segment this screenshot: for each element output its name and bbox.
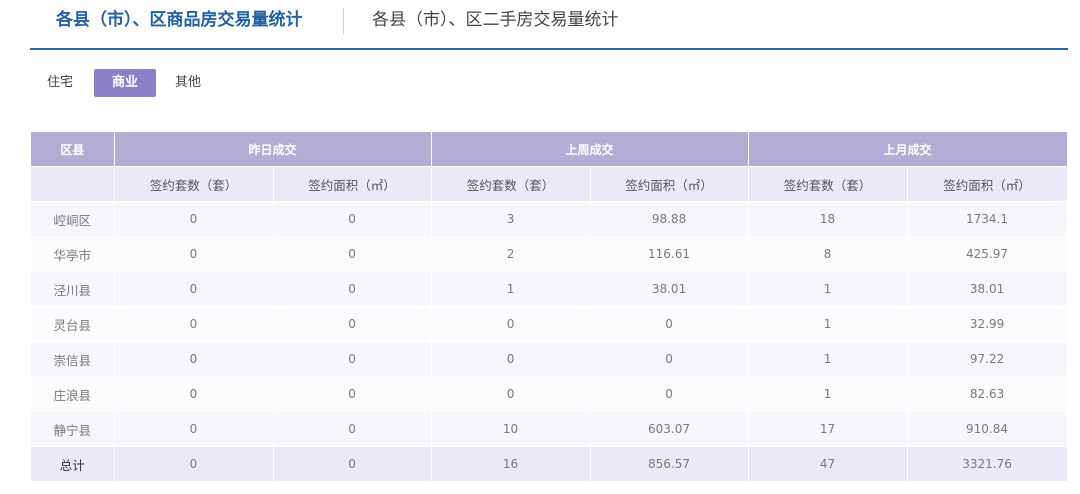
table-cell: 0 [114, 376, 274, 412]
table-cell: 0 [273, 411, 432, 447]
table-cell: 98.88 [590, 201, 749, 237]
total-cell: 0 [273, 446, 432, 482]
sub-header-area: 签约面积（㎡） [907, 166, 1068, 202]
table-cell: 38.01 [907, 271, 1068, 307]
sub-header-area: 签约面积（㎡） [590, 166, 749, 202]
table-row: 崆峒区 0 0 3 98.88 18 1734.1 [31, 201, 1068, 237]
table-cell: 18 [748, 201, 908, 237]
page-root: 各县（市）、区商品房交易量统计 各县（市）、区二手房交易量统计 住宅 商业 其他… [0, 0, 1080, 494]
total-label: 总计 [31, 446, 115, 482]
subtab-commercial[interactable]: 商业 [94, 69, 156, 97]
total-cell: 47 [748, 446, 908, 482]
tab-divider [343, 8, 344, 34]
group-header-yesterday: 昨日成交 [114, 132, 432, 167]
subtab-other[interactable]: 其他 [165, 69, 211, 97]
region-name: 庄浪县 [31, 376, 115, 412]
table-cell: 910.84 [907, 411, 1068, 447]
table-cell: 2 [431, 236, 591, 272]
table-cell: 0 [114, 201, 274, 237]
table-cell: 0 [114, 306, 274, 342]
total-cell: 0 [114, 446, 274, 482]
table-cell: 0 [431, 341, 591, 377]
table-group-header-row: 区县 昨日成交 上周成交 上月成交 [31, 132, 1068, 167]
table-cell: 0 [114, 411, 274, 447]
table-cell: 116.61 [590, 236, 749, 272]
region-name: 华亭市 [31, 236, 115, 272]
region-name: 灵台县 [31, 306, 115, 342]
tab-commercial-housing-stats[interactable]: 各县（市）、区商品房交易量统计 [56, 9, 303, 31]
table-cell: 3 [431, 201, 591, 237]
table-cell: 0 [114, 271, 274, 307]
table-row: 泾川县 0 0 1 38.01 1 38.01 [31, 271, 1068, 307]
table-cell: 32.99 [907, 306, 1068, 342]
table-row: 灵台县 0 0 0 0 1 32.99 [31, 306, 1068, 342]
table-cell: 1 [748, 341, 908, 377]
table-cell: 0 [273, 236, 432, 272]
region-name: 崇信县 [31, 341, 115, 377]
table-cell: 17 [748, 411, 908, 447]
region-header: 区县 [31, 132, 115, 167]
table-cell: 603.07 [590, 411, 749, 447]
table-cell: 1 [748, 271, 908, 307]
table-cell: 1 [748, 376, 908, 412]
table-row: 华亭市 0 0 2 116.61 8 425.97 [31, 236, 1068, 272]
table-cell: 0 [273, 376, 432, 412]
table-cell: 1734.1 [907, 201, 1068, 237]
table-cell: 0 [114, 236, 274, 272]
table-cell: 8 [748, 236, 908, 272]
group-header-last-month: 上月成交 [748, 132, 1068, 167]
table-cell: 1 [431, 271, 591, 307]
table-row: 静宁县 0 0 10 603.07 17 910.84 [31, 411, 1068, 447]
header-tabs: 各县（市）、区商品房交易量统计 各县（市）、区二手房交易量统计 [30, 0, 1068, 50]
table-cell: 10 [431, 411, 591, 447]
table-row: 庄浪县 0 0 0 0 1 82.63 [31, 376, 1068, 412]
total-cell: 3321.76 [907, 446, 1068, 482]
table-row: 崇信县 0 0 0 0 1 97.22 [31, 341, 1068, 377]
tab-second-hand-housing-stats[interactable]: 各县（市）、区二手房交易量统计 [372, 9, 619, 31]
group-header-last-week: 上周成交 [431, 132, 749, 167]
table-cell: 38.01 [590, 271, 749, 307]
region-name: 泾川县 [31, 271, 115, 307]
sub-header-units: 签约套数（套） [431, 166, 591, 202]
table-cell: 0 [590, 341, 749, 377]
sub-header-units: 签约套数（套） [748, 166, 908, 202]
table-cell: 0 [273, 271, 432, 307]
table-total-row: 总计 0 0 16 856.57 47 3321.76 [31, 446, 1068, 482]
table-cell: 0 [431, 376, 591, 412]
sub-header-area: 签约面积（㎡） [273, 166, 432, 202]
region-name: 静宁县 [31, 411, 115, 447]
table-cell: 0 [590, 306, 749, 342]
table-cell: 82.63 [907, 376, 1068, 412]
table-cell: 0 [431, 306, 591, 342]
table-cell: 0 [273, 201, 432, 237]
table-cell: 97.22 [907, 341, 1068, 377]
table-cell: 1 [748, 306, 908, 342]
subtab-residential[interactable]: 住宅 [37, 69, 83, 97]
sub-header-blank [31, 166, 115, 202]
table-cell: 425.97 [907, 236, 1068, 272]
transaction-table: 区县 昨日成交 上周成交 上月成交 签约套数（套） 签约面积（㎡） 签约套数（套… [31, 132, 1068, 482]
table-cell: 0 [273, 341, 432, 377]
table-cell: 0 [590, 376, 749, 412]
table-cell: 0 [273, 306, 432, 342]
sub-header-units: 签约套数（套） [114, 166, 274, 202]
table-cell: 0 [114, 341, 274, 377]
table-sub-header-row: 签约套数（套） 签约面积（㎡） 签约套数（套） 签约面积（㎡） 签约套数（套） … [31, 166, 1068, 202]
total-cell: 856.57 [590, 446, 749, 482]
region-name: 崆峒区 [31, 201, 115, 237]
total-cell: 16 [431, 446, 591, 482]
